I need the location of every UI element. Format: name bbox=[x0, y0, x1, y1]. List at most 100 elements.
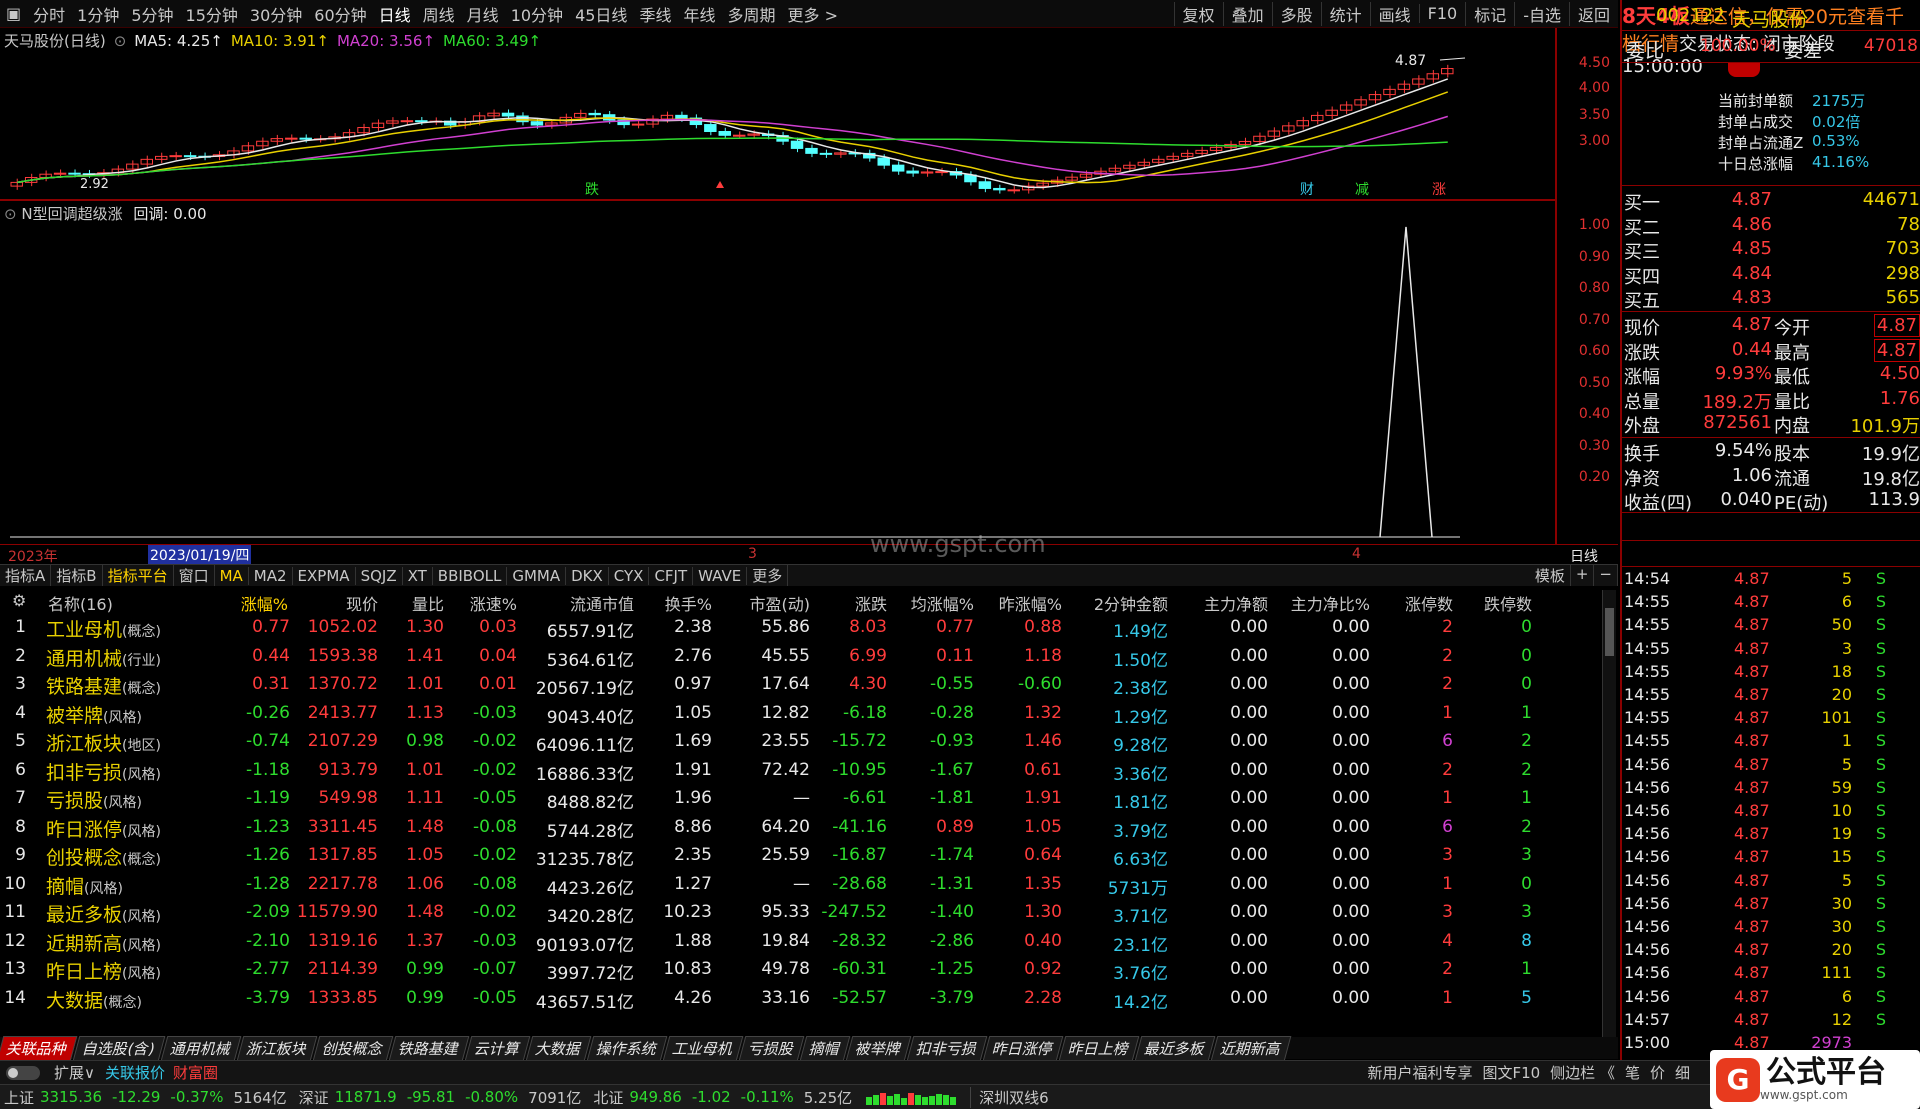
sector-name[interactable]: 近期新高(风格) bbox=[46, 929, 161, 956]
sector-tab-15[interactable]: 昨日上榜 bbox=[1058, 1035, 1140, 1061]
indicator-chart[interactable]: ⊙ N型回调超级涨 回调: 0.00 bbox=[0, 201, 1555, 544]
column-header[interactable]: 流通市值 bbox=[570, 591, 634, 615]
period-4[interactable]: 30分钟 bbox=[244, 2, 308, 26]
sector-name[interactable]: 亏损股(风格) bbox=[46, 786, 142, 813]
table-scrollbar[interactable] bbox=[1602, 590, 1616, 1045]
indicator-right-2[interactable]: − bbox=[1594, 565, 1618, 586]
bottom-link-3[interactable]: 笔 bbox=[1625, 1062, 1640, 1083]
table-row[interactable]: 7 亏损股(风格) -1.19 549.98 1.11 -0.05 8488.82亿 1.96… bbox=[0, 785, 1602, 813]
table-row[interactable]: 9 创投概念(概念) -1.26 1317.85 1.05 -0.02 31235.78亿 2… bbox=[0, 842, 1602, 870]
table-row[interactable]: 8 昨日涨停(风格) -1.23 3311.45 1.48 -0.08 5744.28亿 8.… bbox=[0, 814, 1602, 842]
column-header[interactable]: 市盈(动) bbox=[750, 591, 811, 615]
table-row[interactable]: 6 扣非亏损(风格) -1.18 913.79 1.01 -0.02 16886.33亿 1.… bbox=[0, 757, 1602, 785]
sector-name[interactable]: 工业母机(概念) bbox=[46, 615, 161, 642]
bid-row[interactable]: 买二 4.86 78 bbox=[1622, 214, 1920, 239]
indicator-right-1[interactable]: + bbox=[1571, 565, 1595, 586]
settings-gear-icon[interactable]: ⚙ bbox=[12, 591, 26, 610]
toolbar-right-2[interactable]: 多股 bbox=[1271, 1, 1321, 26]
indicator-tab-5[interactable]: MA2 bbox=[249, 566, 293, 585]
sector-name[interactable]: 通用机械(行业) bbox=[46, 644, 161, 671]
sector-tab-12[interactable]: 被举牌 bbox=[845, 1035, 912, 1061]
column-header[interactable]: 昨涨幅% bbox=[999, 591, 1062, 615]
toolbar-right-7[interactable]: -自选 bbox=[1514, 1, 1569, 26]
column-header[interactable]: 跌停数 bbox=[1484, 591, 1532, 615]
table-row[interactable]: 1 工业母机(概念) 0.77 1052.02 1.30 0.03 6557.91亿 2.38… bbox=[0, 614, 1602, 642]
bottom-link-1[interactable]: 图文F10 bbox=[1482, 1062, 1540, 1083]
sz-label[interactable]: 深证 bbox=[299, 1087, 329, 1108]
bid-row[interactable]: 买四 4.84 298 bbox=[1622, 263, 1920, 288]
indicator-tab-2[interactable]: 指标平台 bbox=[103, 565, 174, 586]
column-header[interactable]: 现价 bbox=[346, 591, 378, 615]
sector-tab-3[interactable]: 浙江板块 bbox=[236, 1035, 318, 1061]
toolbar-menu-icon[interactable]: ▣ bbox=[0, 4, 27, 23]
period-6[interactable]: 日线 bbox=[373, 2, 417, 26]
period-9[interactable]: 10分钟 bbox=[505, 2, 569, 26]
sector-tab-0[interactable]: 关联品种 bbox=[0, 1035, 78, 1061]
indicator-tab-0[interactable]: 指标A bbox=[0, 565, 52, 586]
column-header[interactable]: 涨跌 bbox=[855, 591, 887, 615]
indicator-tab-6[interactable]: EXPMA bbox=[293, 566, 356, 585]
indicator-tab-7[interactable]: SQJZ bbox=[356, 566, 403, 585]
table-row[interactable]: 12 近期新高(风格) -2.10 1319.16 1.37 -0.03 90193.07亿… bbox=[0, 928, 1602, 956]
sector-tab-4[interactable]: 创投概念 bbox=[312, 1035, 394, 1061]
toolbar-right-1[interactable]: 叠加 bbox=[1222, 1, 1272, 26]
toolbar-right-6[interactable]: 标记 bbox=[1465, 1, 1514, 26]
period-14[interactable]: 更多 > bbox=[781, 2, 844, 26]
sector-tab-1[interactable]: 自选股(含) bbox=[72, 1035, 166, 1061]
indicator-tab-10[interactable]: GMMA bbox=[507, 566, 567, 585]
sh-label[interactable]: 上证 bbox=[4, 1087, 34, 1108]
table-row[interactable]: 5 浙江板块(地区) -0.74 2107.29 0.98 -0.02 64096.11亿 1… bbox=[0, 728, 1602, 756]
column-header[interactable]: 名称(16) bbox=[48, 591, 113, 615]
column-header[interactable]: 量比 bbox=[412, 591, 444, 615]
period-3[interactable]: 15分钟 bbox=[180, 2, 244, 26]
column-header[interactable]: 涨停数 bbox=[1405, 591, 1453, 615]
table-row[interactable]: 4 被举牌(风格) -0.26 2413.77 1.13 -0.03 9043.40亿 1.0… bbox=[0, 700, 1602, 728]
indicator-tab-15[interactable]: 更多 bbox=[747, 565, 789, 586]
indicator-tab-14[interactable]: WAVE bbox=[693, 566, 748, 585]
expand-button[interactable]: 扩展∨ bbox=[54, 1062, 95, 1083]
toolbar-right-8[interactable]: 返回 bbox=[1568, 1, 1618, 26]
sector-name[interactable]: 浙江板块(地区) bbox=[46, 729, 161, 756]
sector-name[interactable]: 昨日涨停(风格) bbox=[46, 815, 161, 842]
period-0[interactable]: 分时 bbox=[27, 2, 71, 26]
bz-label[interactable]: 北证 bbox=[593, 1087, 623, 1108]
indicator-tab-9[interactable]: BBIBOLL bbox=[433, 566, 508, 585]
bid-row[interactable]: 买三 4.85 703 bbox=[1622, 238, 1920, 263]
bid-row[interactable]: 买五 4.83 565 bbox=[1622, 287, 1920, 312]
sector-name[interactable]: 摘帽(风格) bbox=[46, 872, 123, 899]
column-header[interactable]: 均涨幅% bbox=[911, 591, 974, 615]
sector-tab-5[interactable]: 铁路基建 bbox=[388, 1035, 470, 1061]
column-header[interactable]: 涨幅% bbox=[241, 591, 288, 615]
indicator-tab-12[interactable]: CYX bbox=[609, 566, 650, 585]
column-header[interactable]: 涨速% bbox=[470, 591, 517, 615]
sector-tab-7[interactable]: 大数据 bbox=[525, 1035, 592, 1061]
sector-name[interactable]: 大数据(概念) bbox=[46, 986, 142, 1013]
sector-tab-11[interactable]: 摘帽 bbox=[799, 1035, 851, 1061]
toolbar-right-3[interactable]: 统计 bbox=[1320, 1, 1370, 26]
table-row[interactable]: 10 摘帽(风格) -1.28 2217.78 1.06 -0.08 4423.26亿 1.2… bbox=[0, 871, 1602, 899]
indicator-tab-11[interactable]: DKX bbox=[566, 566, 609, 585]
sector-tab-2[interactable]: 通用机械 bbox=[160, 1035, 242, 1061]
period-12[interactable]: 年线 bbox=[677, 2, 721, 26]
table-row[interactable]: 14 大数据(概念) -3.79 1333.85 0.99 -0.05 43657.51亿 4… bbox=[0, 985, 1602, 1013]
sector-tab-6[interactable]: 云计算 bbox=[464, 1035, 531, 1061]
indicator-tab-3[interactable]: 窗口 bbox=[174, 565, 215, 586]
sector-tab-9[interactable]: 工业母机 bbox=[662, 1035, 744, 1061]
bid-row[interactable]: 买一 4.87 44671 bbox=[1622, 189, 1920, 214]
sector-tab-16[interactable]: 最近多板 bbox=[1134, 1035, 1216, 1061]
indicator-tab-4[interactable]: MA bbox=[215, 566, 249, 585]
indicator-tab-13[interactable]: CFJT bbox=[649, 566, 694, 585]
table-row[interactable]: 3 铁路基建(概念) 0.31 1370.72 1.01 0.01 20567.19亿 0.9… bbox=[0, 671, 1602, 699]
bottom-link-2[interactable]: 侧边栏 《 bbox=[1550, 1062, 1615, 1083]
sector-name[interactable]: 昨日上榜(风格) bbox=[46, 957, 161, 984]
toolbar-right-5[interactable]: F10 bbox=[1418, 4, 1466, 23]
sector-name[interactable]: 扣非亏损(风格) bbox=[46, 758, 161, 785]
period-11[interactable]: 季线 bbox=[633, 2, 677, 26]
sector-tab-17[interactable]: 近期新高 bbox=[1210, 1035, 1292, 1061]
period-13[interactable]: 多周期 bbox=[721, 2, 781, 26]
bottom-link-4[interactable]: 价 bbox=[1650, 1062, 1665, 1083]
assoc-quote-button[interactable]: 关联报价 bbox=[105, 1062, 165, 1083]
stock-name[interactable]: 天马股份 bbox=[1732, 5, 1808, 32]
column-header[interactable]: 2分钟金额 bbox=[1094, 591, 1168, 615]
period-7[interactable]: 周线 bbox=[417, 2, 461, 26]
